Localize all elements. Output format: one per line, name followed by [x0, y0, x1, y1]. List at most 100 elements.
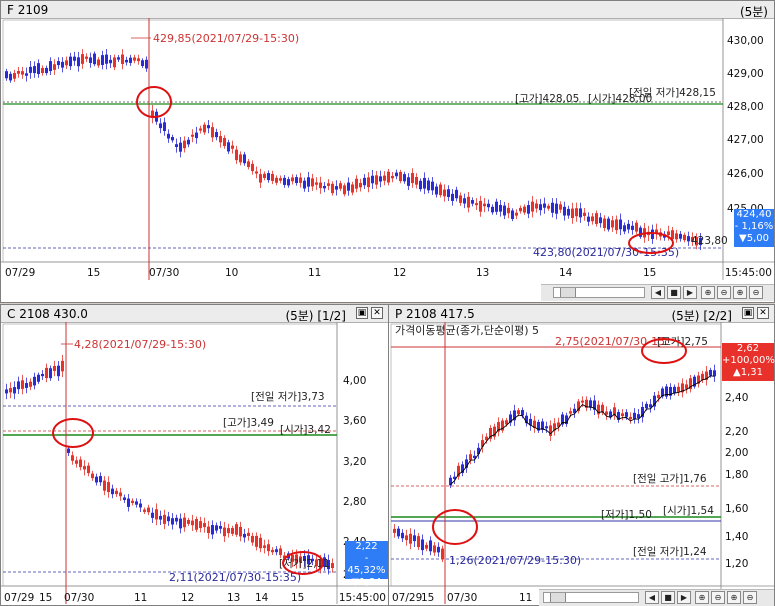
candle — [299, 177, 302, 183]
candle — [65, 60, 68, 66]
candle — [239, 526, 242, 537]
candle — [451, 193, 454, 201]
candle — [5, 389, 8, 394]
close-icon[interactable]: ✕ — [371, 307, 383, 319]
zoom-out-icon[interactable]: ⊖ — [717, 286, 731, 299]
x-tick-label: 07/29 — [4, 592, 34, 604]
candle — [191, 134, 194, 137]
candle — [41, 68, 44, 73]
candle — [5, 71, 8, 79]
futures-chart[interactable]: 429,85(2021/07/29-15:30) [고가]428,05 [시가]… — [1, 18, 774, 302]
candle — [163, 122, 166, 131]
futures-x-axis: 07/29 15 07/30 10 11 12 13 14 15 15:45:00 — [5, 267, 772, 279]
candle — [235, 524, 238, 535]
candle — [523, 206, 526, 213]
zoom-in-icon[interactable]: ⊕ — [727, 591, 741, 604]
candle — [343, 185, 346, 195]
candle — [207, 125, 210, 129]
stop-button[interactable]: ■ — [661, 591, 675, 604]
call-page: [1/2] — [317, 309, 346, 323]
x-tick-label: 15 — [39, 592, 52, 604]
candle — [113, 57, 116, 68]
stop-button[interactable]: ■ — [667, 286, 681, 299]
candle — [175, 517, 178, 522]
zoom-out-icon[interactable]: ⊖ — [711, 591, 725, 604]
put-annot-low-prev: 1,26(2021/07/29-15:30) — [449, 554, 581, 567]
candle — [621, 413, 624, 417]
candle — [551, 202, 554, 213]
candle — [69, 56, 72, 67]
candle — [571, 208, 574, 219]
candle — [89, 57, 92, 63]
x-tick-label: 14 — [559, 267, 573, 279]
candle — [37, 374, 40, 382]
y-tick-label: 3,60 — [343, 415, 366, 427]
futures-scrollbar[interactable] — [553, 287, 645, 298]
candle — [87, 465, 90, 474]
prev-button[interactable]: ◀ — [645, 591, 659, 604]
put-annot-prev-high: [전일 고가]1,76 — [633, 472, 707, 485]
candle — [583, 212, 586, 217]
candle — [37, 63, 40, 75]
candle — [397, 528, 400, 537]
candle — [387, 171, 390, 183]
x-tick-label: 07/30 — [447, 592, 477, 604]
candle — [171, 518, 174, 525]
candle — [25, 383, 28, 388]
candle — [517, 410, 520, 415]
put-scrollbar[interactable] — [543, 592, 639, 603]
candle — [71, 455, 74, 461]
zoom-in-icon[interactable]: ⊕ — [733, 286, 747, 299]
put-price-badge: 2,62 +100,00% ▲1,31 — [722, 343, 775, 381]
candle — [243, 533, 246, 538]
candle — [263, 545, 266, 548]
candle — [591, 216, 594, 222]
candle — [81, 54, 84, 64]
put-chart[interactable]: 가격이동평균(종가,단순이평) 5 2,75(2021/07/30-15: [고… — [389, 322, 774, 605]
candle — [215, 525, 218, 531]
put-change-pct: +100,00% — [722, 355, 775, 366]
candle — [421, 539, 424, 551]
next-button[interactable]: ▶ — [683, 286, 697, 299]
candle — [549, 425, 552, 436]
candle — [629, 416, 632, 420]
next-button[interactable]: ▶ — [677, 591, 691, 604]
candle — [375, 175, 378, 185]
futures-annot-low-right: 423,80 — [691, 235, 728, 247]
y-tick-label: 1,80 — [725, 469, 748, 481]
candle — [575, 208, 578, 217]
candle — [459, 195, 462, 203]
x-tick-label: 15:45:00 — [725, 267, 772, 279]
candle — [335, 186, 338, 190]
candle — [187, 139, 190, 145]
scroll-thumb[interactable] — [560, 288, 576, 297]
candle — [347, 182, 350, 191]
candle — [259, 537, 262, 549]
x-tick-label: 13 — [227, 592, 240, 604]
candle — [231, 145, 234, 149]
prev-button[interactable]: ◀ — [651, 286, 665, 299]
zoom-in-icon[interactable]: ⊕ — [701, 286, 715, 299]
zoom-out-icon[interactable]: ⊖ — [749, 286, 763, 299]
x-tick-label: 12 — [393, 267, 406, 279]
zoom-out-icon[interactable]: ⊖ — [743, 591, 757, 604]
close-icon[interactable]: ✕ — [757, 307, 769, 319]
zoom-in-icon[interactable]: ⊕ — [695, 591, 709, 604]
candle — [393, 528, 396, 533]
candle — [323, 185, 326, 189]
restore-icon[interactable]: ▣ — [356, 307, 368, 319]
futures-annot-high: [고가]428,05 — [515, 93, 579, 105]
candle — [631, 225, 634, 230]
candle — [279, 548, 282, 556]
candle — [141, 60, 144, 66]
restore-icon[interactable]: ▣ — [742, 307, 754, 319]
candle — [403, 174, 406, 182]
candle — [521, 410, 524, 416]
y-tick-label: 2,20 — [725, 426, 748, 438]
call-chart[interactable]: 4,28(2021/07/29-15:30) [전일 저가]3,73 [고가]3… — [1, 322, 388, 605]
x-tick-label: 07/30 — [149, 267, 179, 279]
candle — [623, 225, 626, 232]
candle — [511, 210, 514, 219]
candle — [125, 59, 128, 63]
scroll-thumb[interactable] — [550, 593, 566, 602]
